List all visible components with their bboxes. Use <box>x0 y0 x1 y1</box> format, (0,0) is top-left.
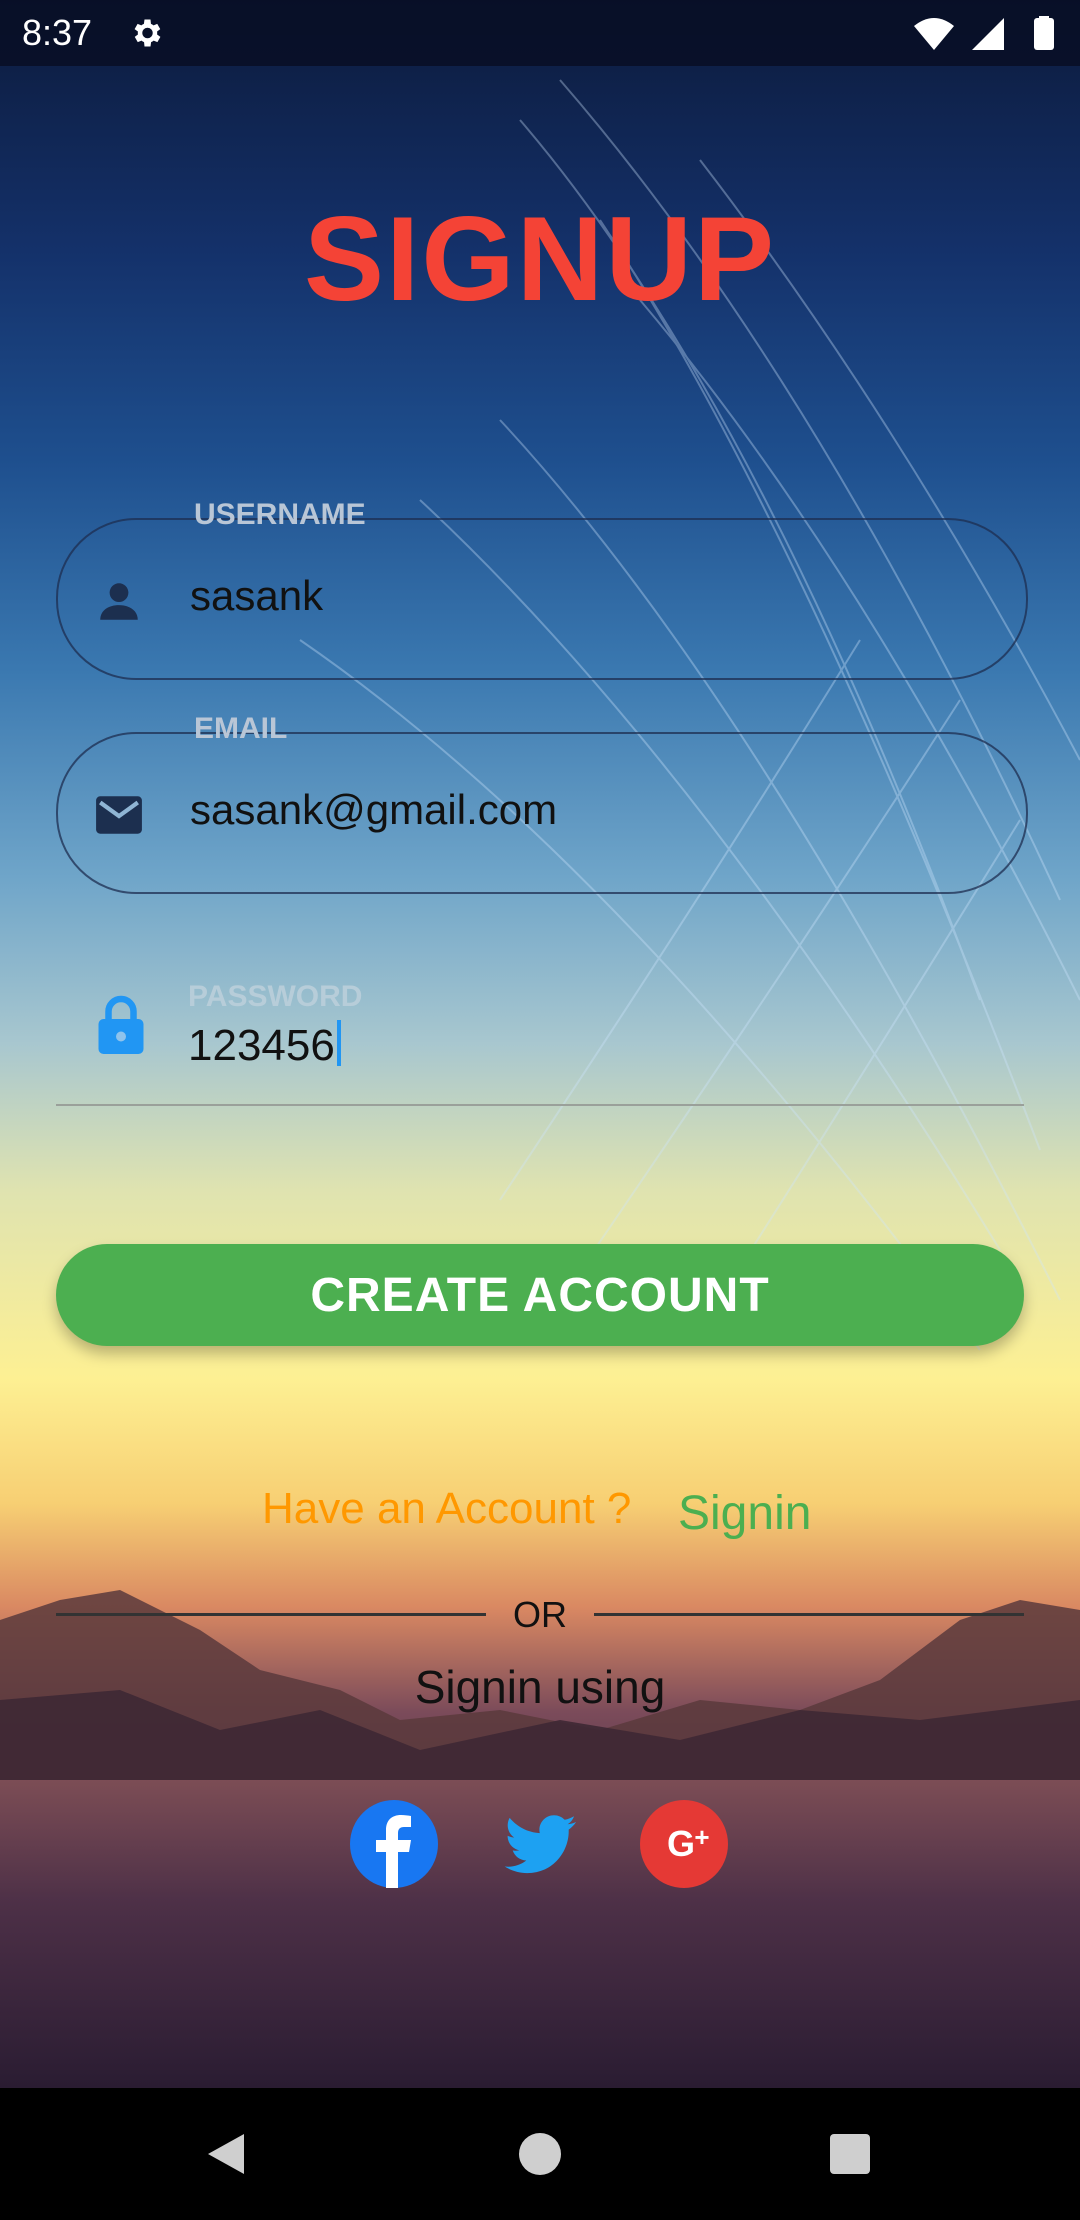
signin-link[interactable]: Signin <box>678 1486 811 1541</box>
password-underline <box>56 1104 1024 1106</box>
google-plus-icon[interactable]: G + <box>640 1800 728 1888</box>
password-value[interactable]: 123456 <box>188 1021 335 1070</box>
navigation-bar <box>0 2088 1080 2220</box>
settings-icon <box>134 19 161 47</box>
email-field[interactable]: EMAIL sasank@gmail.com <box>56 712 1028 894</box>
email-value[interactable]: sasank@gmail.com <box>190 786 557 834</box>
create-account-button[interactable]: CREATE ACCOUNT <box>56 1244 1024 1346</box>
divider-right <box>594 1613 1024 1616</box>
username-field[interactable]: USERNAME sasank <box>56 498 1028 680</box>
battery-icon <box>1034 18 1054 50</box>
password-label: PASSWORD <box>188 980 363 1013</box>
text-cursor <box>336 1020 341 1066</box>
username-label: USERNAME <box>194 498 366 531</box>
cell-signal-icon <box>972 18 1004 50</box>
recents-icon[interactable] <box>824 2128 876 2180</box>
lock-icon <box>98 995 144 1054</box>
person-icon <box>100 583 138 620</box>
password-field[interactable]: 123456 <box>188 1020 341 1071</box>
wifi-icon <box>914 18 954 50</box>
home-icon[interactable] <box>514 2128 566 2180</box>
svg-text:G: G <box>667 1823 695 1864</box>
status-bar: 8:37 <box>0 0 1080 66</box>
svg-text:+: + <box>694 1822 709 1852</box>
back-icon[interactable] <box>200 2128 252 2180</box>
signin-using-text: Signin using <box>414 1661 666 1713</box>
twitter-icon[interactable] <box>496 1800 584 1888</box>
page-title: SIGNUP <box>303 192 777 326</box>
system-status-icons <box>914 16 1054 50</box>
facebook-icon[interactable] <box>350 1800 438 1888</box>
email-label: EMAIL <box>194 712 288 745</box>
mail-icon <box>96 796 142 834</box>
status-time: 8:37 <box>22 12 93 53</box>
have-account-text: Have an Account ? <box>262 1484 632 1533</box>
username-value[interactable]: sasank <box>190 572 323 620</box>
